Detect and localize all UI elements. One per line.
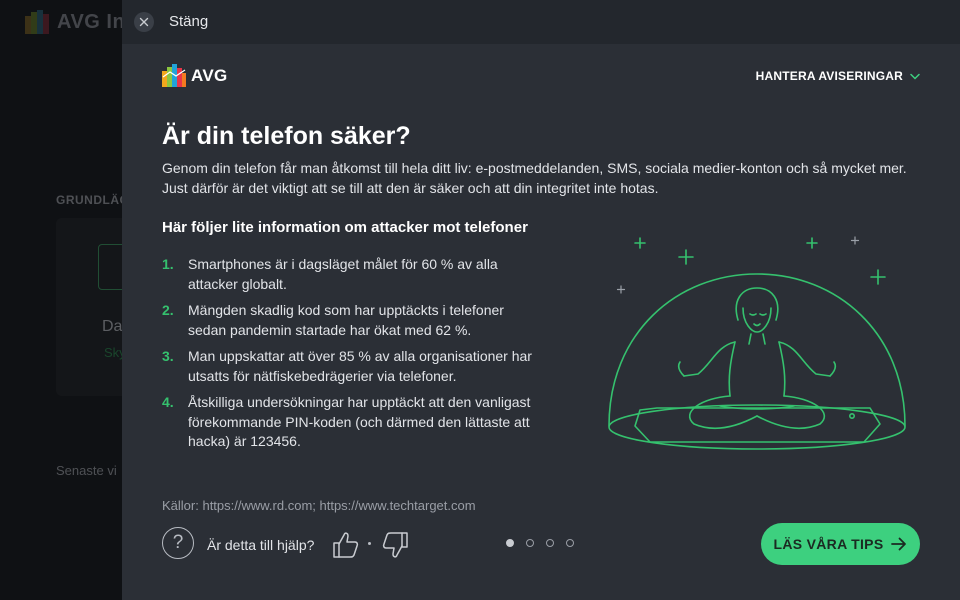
page-title: Är din telefon säker? (162, 122, 411, 150)
close-label[interactable]: Stäng (169, 13, 208, 30)
thumbs-up-icon[interactable] (331, 530, 359, 560)
fact-text: Mängden skadlig kod som har upptäckts i … (188, 302, 504, 338)
page-dot-2[interactable] (526, 539, 534, 547)
page-indicator (506, 539, 574, 547)
close-button[interactable] (134, 12, 154, 32)
close-icon (139, 17, 149, 27)
fact-text: Smartphones är i dagsläget målet för 60 … (188, 256, 498, 292)
thumbs-down-icon[interactable] (382, 530, 410, 560)
fact-number: 3. (162, 348, 174, 364)
info-overlay-panel: Stäng AVG HANTERA AVISERINGAR Är din tel… (122, 0, 960, 600)
sparkle-icon (616, 236, 886, 294)
sources-text: Källor: https://www.rd.com; https://www.… (162, 498, 476, 513)
facts-heading: Här följer lite information om attacker … (162, 219, 528, 236)
list-item: 2. Mängden skadlig kod som har upptäckts… (162, 301, 562, 340)
helpful-question-label: Är detta till hjälp? (207, 537, 315, 553)
fact-number: 1. (162, 256, 174, 272)
fact-number: 2. (162, 302, 174, 318)
question-circle-icon: ? (162, 527, 194, 559)
page-dot-3[interactable] (546, 539, 554, 547)
page-dot-4[interactable] (566, 539, 574, 547)
meditation-dome-illustration (608, 236, 906, 450)
avg-logo: AVG (162, 64, 227, 87)
glass-dome-icon (608, 273, 906, 427)
intro-text: Genom din telefon får man åtkomst till h… (162, 160, 907, 196)
list-item: 3. Man uppskattar att över 85 % av alla … (162, 347, 562, 386)
read-tips-button[interactable]: LÄS VÅRA TIPS (761, 523, 920, 565)
overlay-top-bar: Stäng (122, 0, 960, 44)
fact-number: 4. (162, 394, 174, 410)
avg-logo-text: AVG (191, 65, 228, 85)
facts-list: 1. Smartphones är i dagsläget målet för … (162, 255, 562, 459)
phone-icon (634, 407, 881, 443)
read-tips-label: LÄS VÅRA TIPS (773, 536, 884, 552)
fact-text: Man uppskattar att över 85 % av alla org… (188, 348, 532, 384)
list-item: 1. Smartphones är i dagsläget målet för … (162, 255, 562, 294)
feedback-separator (368, 542, 371, 545)
manage-notifications-button[interactable]: HANTERA AVISERINGAR (756, 69, 920, 83)
avg-logo-icon (162, 64, 186, 87)
list-item: 4. Åtskilliga undersökningar har upptäck… (162, 393, 562, 452)
chevron-down-icon (910, 73, 920, 80)
fact-text: Åtskilliga undersökningar har upptäckt a… (188, 394, 531, 449)
manage-notifications-label: HANTERA AVISERINGAR (755, 69, 903, 83)
page-dot-1[interactable] (506, 539, 514, 547)
arrow-right-icon (891, 537, 907, 551)
